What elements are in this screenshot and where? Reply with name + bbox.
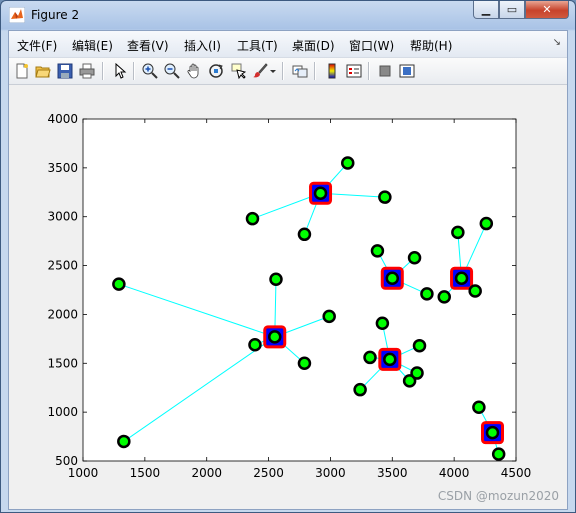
figure-toolbar [9, 58, 567, 85]
y-tick-label: 1500 [47, 356, 78, 370]
maximize-button[interactable]: ▭ [499, 1, 525, 19]
window-title: Figure 2 [31, 8, 80, 22]
toolbar-separator [133, 62, 135, 80]
y-tick-label: 2500 [47, 259, 78, 273]
title-bar[interactable]: Figure 2 ▁ ▭ ✕ [1, 1, 575, 30]
figure-window: Figure 2 ▁ ▭ ✕ 文件(F) 编辑(E) 查看(V) 插入(I) 工… [0, 0, 576, 513]
menu-window[interactable]: 窗口(W) [349, 37, 394, 54]
data-point [383, 352, 397, 367]
data-point [375, 316, 390, 330]
scatter-plot[interactable]: 1000 1500 2000 2500 3000 3500 4000 450050010001… [9, 85, 569, 509]
minimize-icon: ▁ [481, 3, 491, 16]
menu-file[interactable]: 文件(F) [17, 37, 57, 54]
y-tick-label: 3500 [47, 161, 78, 175]
menu-tools[interactable]: 工具(T) [237, 37, 278, 54]
data-point [353, 382, 367, 397]
data-cursor-icon[interactable] [228, 61, 248, 81]
link-plot-icon[interactable] [290, 61, 310, 81]
show-plot-tools-icon[interactable] [397, 61, 417, 81]
menu-insert[interactable]: 插入(I) [184, 37, 221, 54]
new-figure-icon[interactable] [12, 61, 32, 81]
y-tick-label: 3000 [47, 210, 78, 224]
colorbar-icon[interactable] [322, 61, 342, 81]
data-point [363, 350, 377, 365]
data-point [248, 337, 262, 352]
x-tick-label: 4000 [439, 466, 470, 480]
data-point [410, 366, 424, 380]
x-tick-label: 1500 [130, 466, 161, 480]
brush-dropdown-icon[interactable] [268, 61, 278, 81]
menu-edit[interactable]: 编辑(E) [72, 37, 113, 54]
data-point [472, 400, 486, 415]
open-file-icon[interactable] [33, 61, 53, 81]
select-arrow-icon[interactable] [110, 61, 130, 81]
data-point [322, 309, 336, 324]
data-point [385, 271, 400, 286]
y-tick-label: 1000 [47, 405, 78, 419]
menu-desktop[interactable]: 桌面(D) [292, 37, 335, 54]
data-point [297, 356, 312, 371]
data-point [491, 447, 506, 461]
x-tick-label: 4500 [501, 466, 532, 480]
maximize-icon: ▭ [506, 3, 518, 16]
toolbar-separator [102, 62, 104, 80]
zoom-in-icon[interactable] [140, 61, 160, 81]
data-point [112, 277, 126, 291]
legend-icon[interactable] [344, 61, 364, 81]
matlab-logo-icon [9, 7, 25, 23]
data-point [420, 287, 434, 301]
pan-icon[interactable] [184, 61, 204, 81]
menu-help[interactable]: 帮助(H) [410, 37, 452, 54]
data-point [268, 330, 282, 344]
zoom-out-icon[interactable] [162, 61, 182, 81]
minimize-button[interactable]: ▁ [473, 1, 499, 19]
data-point [370, 244, 385, 258]
save-icon[interactable] [55, 61, 75, 81]
data-point [340, 156, 355, 170]
data-point [451, 225, 465, 240]
toolbar-separator [314, 62, 316, 80]
x-tick-label: 2000 [191, 466, 222, 480]
brush-icon[interactable] [250, 61, 270, 81]
menubar-dock-arrow-icon[interactable]: ↘ [553, 37, 561, 48]
y-tick-label: 500 [55, 454, 78, 468]
x-tick-label: 3500 [377, 466, 408, 480]
data-point [412, 338, 427, 353]
data-point [378, 190, 392, 204]
rotate-3d-icon[interactable] [206, 61, 226, 81]
data-point [407, 251, 422, 265]
data-point [485, 425, 500, 440]
close-icon: ✕ [542, 3, 552, 16]
data-point [117, 434, 131, 449]
figure-canvas: 1000 1500 2000 2500 3000 3500 4000 4500 500 1000 1… [9, 85, 567, 509]
print-icon[interactable] [77, 61, 97, 81]
data-point [437, 290, 451, 304]
data-point [313, 186, 328, 201]
data-point [245, 211, 260, 226]
data-point [297, 227, 312, 242]
y-tick-label: 4000 [47, 112, 78, 126]
close-button[interactable]: ✕ [525, 1, 569, 19]
y-tick-label: 2000 [47, 307, 78, 321]
x-tick-label: 2500 [253, 466, 284, 480]
hide-plot-tools-icon[interactable] [375, 61, 395, 81]
data-point [269, 272, 283, 287]
x-tick-label: 3000 [315, 466, 346, 480]
menu-view[interactable]: 查看(V) [127, 37, 169, 54]
data-point [454, 271, 469, 286]
toolbar-separator [282, 62, 284, 80]
data-point [479, 216, 494, 231]
figure-client-area: 文件(F) 编辑(E) 查看(V) 插入(I) 工具(T) 桌面(D) 窗口(W… [8, 30, 568, 510]
menu-bar: 文件(F) 编辑(E) 查看(V) 插入(I) 工具(T) 桌面(D) 窗口(W… [9, 31, 567, 58]
x-tick-label: 1000 [68, 466, 99, 480]
watermark: CSDN @mozun2020 [437, 489, 559, 503]
data-point [468, 284, 482, 298]
toolbar-separator [368, 62, 370, 80]
